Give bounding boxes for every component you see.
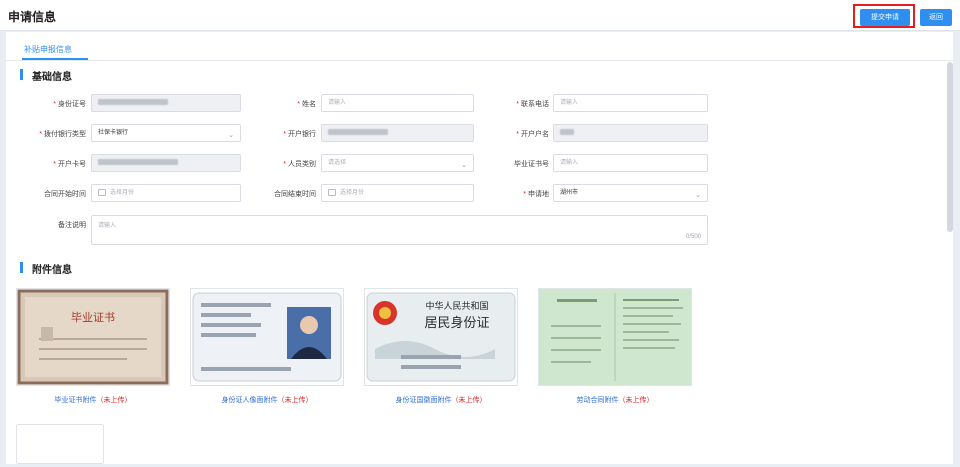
grad-cert-label: 毕业证书号 xyxy=(514,161,549,168)
name-input[interactable]: 请输入 xyxy=(321,94,474,112)
main-panel: 补贴申报信息 基础信息 * 身份证号 * 姓名 请输入 * 联系电话 请输入 * 拨付银… xyxy=(6,32,953,464)
account-name-field[interactable] xyxy=(553,124,708,142)
calendar-icon xyxy=(98,188,106,196)
contract-end-picker[interactable]: 选择月份 xyxy=(321,184,474,202)
person-category-select[interactable]: 请选择 ⌄ xyxy=(321,154,474,172)
svg-text:中华人民共和国: 中华人民共和国 xyxy=(425,300,488,312)
id-number-field[interactable] xyxy=(91,94,241,112)
name-label: * 姓名 xyxy=(297,101,316,108)
id-number-label: * 身份证号 xyxy=(53,101,86,108)
remarks-textarea[interactable]: 请输入 0/500 xyxy=(91,215,708,245)
attachment-id-back-thumb[interactable]: 中华人民共和国 居民身份证 xyxy=(364,288,518,386)
phone-label: * 联系电话 xyxy=(516,101,549,108)
calendar-icon xyxy=(328,188,336,196)
remarks-counter: 0/500 xyxy=(685,234,701,240)
section-marker xyxy=(20,69,23,80)
chevron-down-icon: ⌄ xyxy=(228,132,234,139)
contract-start-picker[interactable]: 选择月份 xyxy=(91,184,241,202)
bank-field[interactable] xyxy=(321,124,474,142)
account-name-label: * 开户户名 xyxy=(516,131,549,138)
apply-location-select[interactable]: 湖州市 ⌄ xyxy=(553,184,708,202)
attachment-id-front-thumb[interactable] xyxy=(190,288,344,386)
contract-end-label: 合同结束时间 xyxy=(274,191,316,198)
bank-type-label: * 拨付银行类型 xyxy=(39,131,86,138)
apply-location-label: * 申请地 xyxy=(523,191,549,198)
section-title-attachments: 附件信息 xyxy=(32,265,72,276)
attachment-caption[interactable]: 毕业证书附件（未上传） xyxy=(8,395,178,405)
page-title: 申请信息 xyxy=(8,10,57,24)
attachment-labor-contract-thumb[interactable] xyxy=(538,288,692,386)
scrollbar[interactable] xyxy=(947,62,953,232)
contract-start-label: 合同开始时间 xyxy=(44,191,86,198)
person-category-label: * 人员类别 xyxy=(283,161,316,168)
attachment-grad-cert-thumb[interactable]: 毕业证书 xyxy=(16,288,170,386)
card-number-label: * 开户卡号 xyxy=(53,161,86,168)
bank-type-select[interactable]: 社保卡银行 ⌄ xyxy=(91,124,241,142)
phone-input[interactable]: 请输入 xyxy=(553,94,708,112)
remarks-label: 备注说明 xyxy=(58,222,86,229)
chevron-down-icon: ⌄ xyxy=(695,192,701,199)
submit-application-button[interactable]: 提交申请 xyxy=(860,9,910,26)
tab-divider xyxy=(6,60,953,61)
grad-cert-image-title: 毕业证书 xyxy=(71,311,115,324)
attachment-caption[interactable]: 身份证国徽面附件（未上传） xyxy=(356,395,526,405)
bank-label: * 开户银行 xyxy=(283,131,316,138)
grad-cert-input[interactable]: 请输入 xyxy=(553,154,708,172)
header-bar: 申请信息 提交申请 返回 xyxy=(0,0,960,31)
section-title-basic: 基础信息 xyxy=(32,72,72,83)
chevron-down-icon: ⌄ xyxy=(461,162,467,169)
card-number-field[interactable] xyxy=(91,154,241,172)
tab-subsidy-info[interactable]: 补贴申报信息 xyxy=(24,44,72,55)
attachment-caption[interactable]: 劳动合同附件（未上传） xyxy=(530,395,700,405)
section-marker xyxy=(20,262,23,273)
back-button[interactable]: 返回 xyxy=(920,9,952,26)
attachment-caption[interactable]: 身份证人像面附件（未上传） xyxy=(182,395,352,405)
upload-box[interactable] xyxy=(16,424,104,464)
svg-text:居民身份证: 居民身份证 xyxy=(424,315,489,331)
